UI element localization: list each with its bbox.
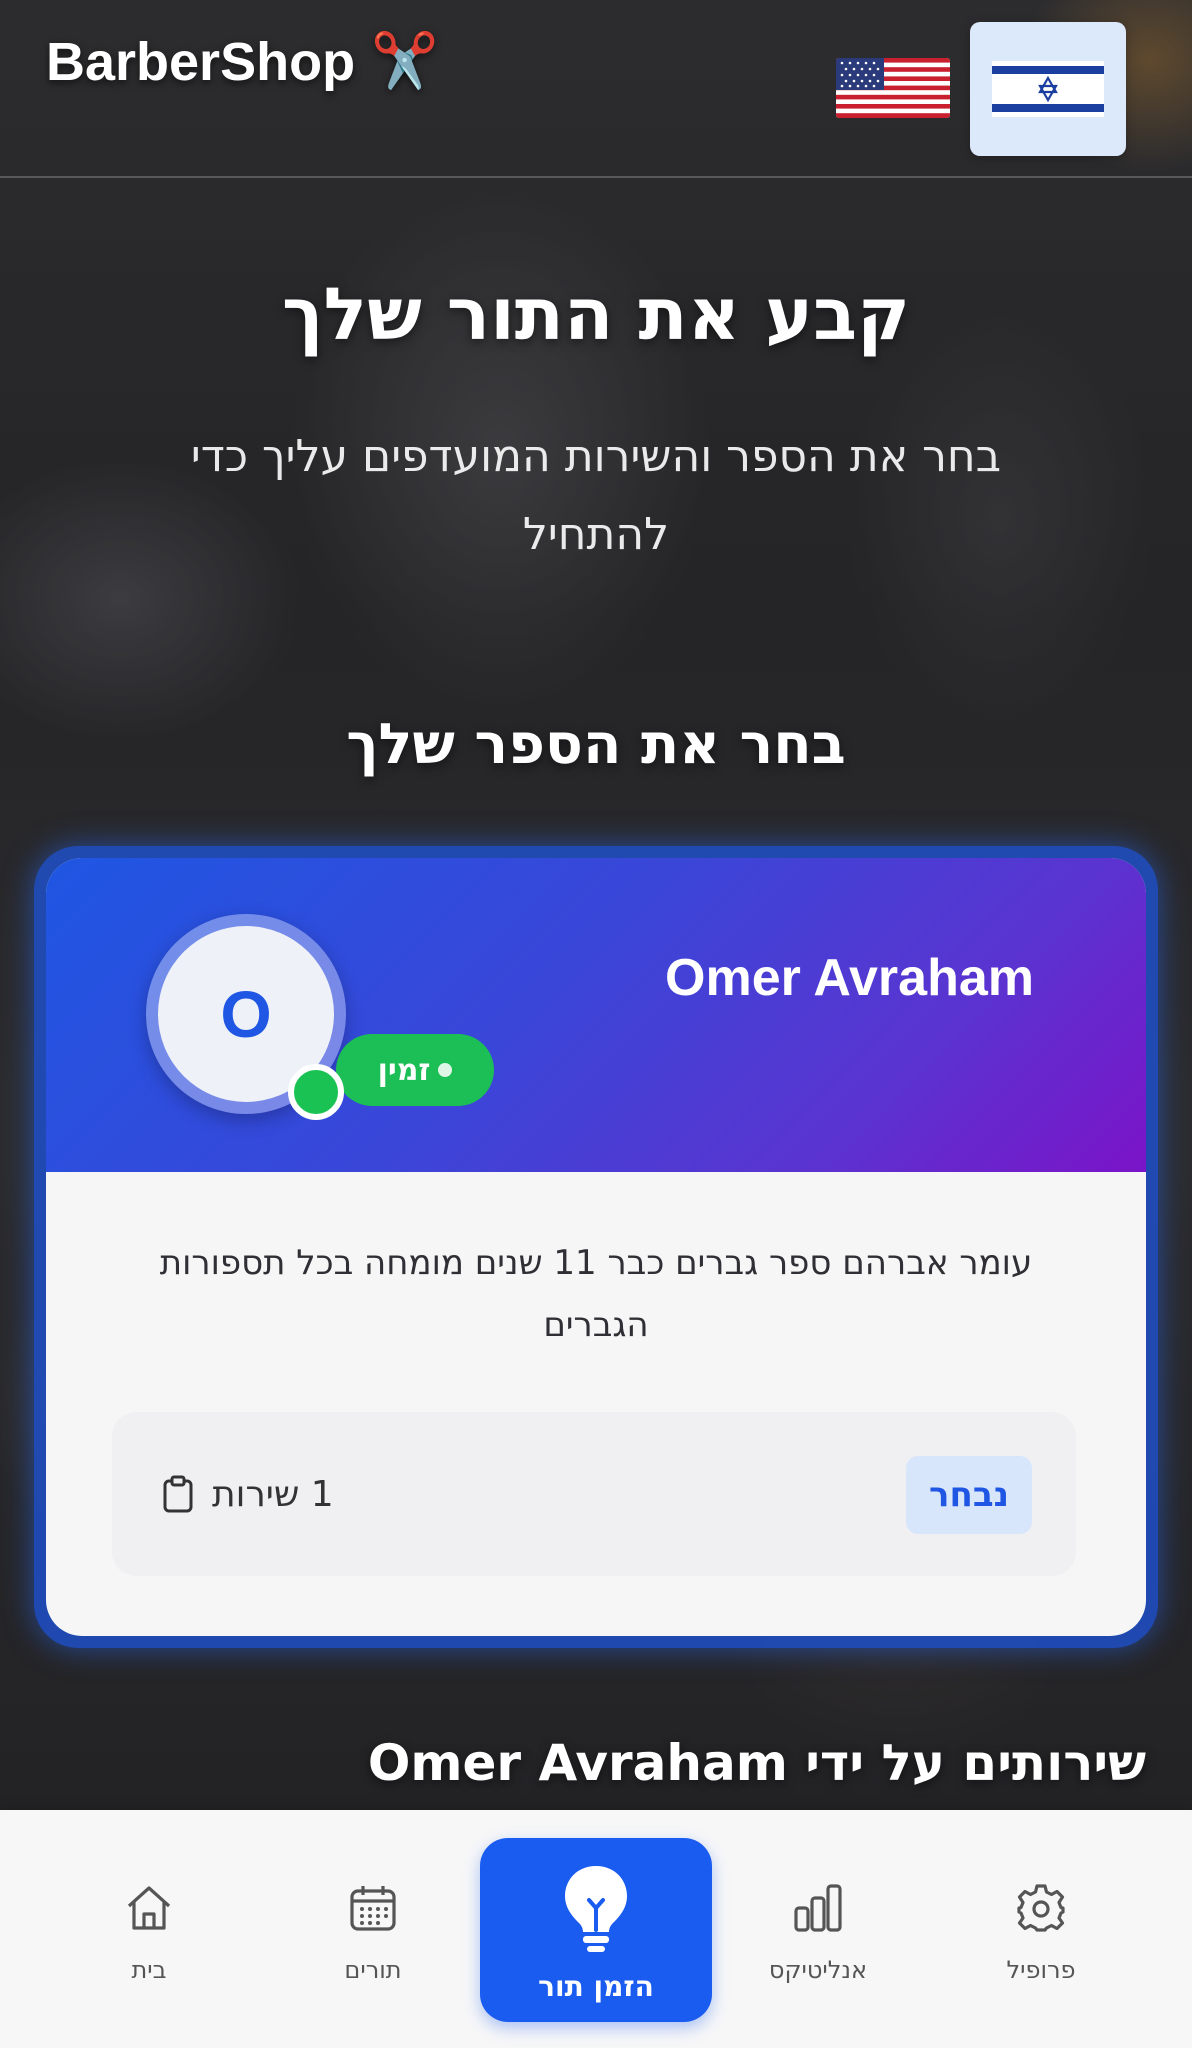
nav-home[interactable]: בית bbox=[74, 1882, 224, 1984]
home-icon bbox=[127, 1886, 171, 1930]
status-dot-icon bbox=[438, 1063, 453, 1077]
selected-button[interactable]: נבחר bbox=[906, 1456, 1032, 1534]
language-hebrew-button[interactable] bbox=[970, 22, 1126, 156]
nav-profile-label: פרופיל bbox=[1006, 1956, 1076, 1984]
barber-card-inner: Omer Avraham O זמין עומר אברהם ספר גברים… bbox=[46, 858, 1146, 1636]
bar-chart-icon bbox=[794, 1884, 842, 1932]
nav-book-appointment[interactable]: הזמן תור bbox=[480, 1838, 712, 2022]
nav-book-appointment-label: הזמן תור bbox=[538, 1970, 654, 2003]
nav-analytics-label: אנליטיקס bbox=[768, 1956, 868, 1984]
online-indicator-icon bbox=[288, 1064, 344, 1120]
nav-profile[interactable]: פרופיל bbox=[966, 1882, 1116, 1984]
nav-analytics[interactable]: אנליטיקס bbox=[743, 1882, 893, 1984]
status-label: זמין bbox=[377, 1052, 431, 1088]
barber-card[interactable]: Omer Avraham O זמין עומר אברהם ספר גברים… bbox=[34, 846, 1158, 1648]
israel-flag-icon bbox=[992, 61, 1104, 117]
barber-name: Omer Avraham bbox=[665, 949, 1034, 1007]
nav-appointments[interactable]: תורים bbox=[298, 1882, 448, 1984]
barber-services-summary: נבחר 1 שירות bbox=[112, 1412, 1076, 1576]
brand-name: BarberShop bbox=[46, 31, 356, 92]
language-english-button[interactable] bbox=[836, 58, 950, 118]
us-flag-icon bbox=[836, 58, 950, 118]
choose-barber-heading: בחר את הספר שלך bbox=[346, 712, 846, 777]
nav-home-label: בית bbox=[131, 1956, 167, 1984]
service-count: 1 שירות bbox=[162, 1468, 334, 1520]
page-title: קבע את התור שלך bbox=[281, 272, 911, 356]
barber-description: עומר אברהם ספר גברים כבר 11 שנים מומחה ב… bbox=[159, 1243, 1033, 1345]
gear-icon bbox=[1017, 1884, 1065, 1932]
calendar-icon bbox=[350, 1886, 396, 1931]
scissors-icon: ✂️ bbox=[371, 31, 439, 91]
page-subtitle: בחר את הספר והשירות המועדפים עליך כדי לה… bbox=[190, 431, 1002, 560]
top-header: BarberShop ✂️ bbox=[0, 0, 1192, 178]
lightbulb-icon bbox=[565, 1866, 627, 1952]
service-count-label: 1 שירות bbox=[212, 1473, 334, 1515]
bottom-navigation: בית תורים הזמן תור אנליטיקס פרופיל bbox=[0, 1810, 1192, 2048]
status-badge: זמין bbox=[336, 1034, 494, 1106]
barber-card-header: Omer Avraham O זמין bbox=[46, 858, 1146, 1172]
services-heading: שירותים על ידי Omer Avraham bbox=[367, 1734, 1146, 1792]
nav-appointments-label: תורים bbox=[344, 1956, 402, 1984]
brand-logo[interactable]: BarberShop ✂️ bbox=[46, 30, 438, 93]
clipboard-icon bbox=[163, 1475, 193, 1513]
